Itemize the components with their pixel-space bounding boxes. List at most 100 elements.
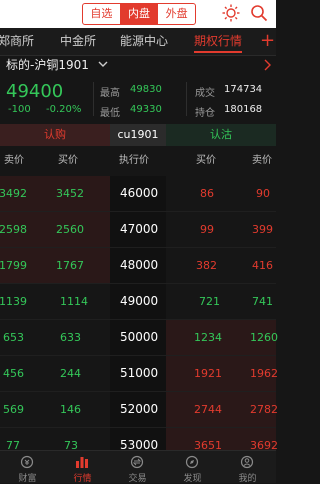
strike-price: 52000 [120,402,159,416]
put-ask: 2782 [250,403,278,416]
underlying-name: 标的-沪铜1901 [6,58,89,72]
nav-discover[interactable]: 发现 [165,451,220,484]
nav-profile[interactable]: 我的 [220,451,275,484]
divider [186,82,187,116]
call-ask: 456 [3,367,24,380]
header-strike: 执行价 [119,155,149,166]
put-ask: 741 [252,295,273,308]
nav-label: 财富 [18,474,37,484]
call-bid: 146 [60,403,81,416]
call-bid: 1114 [60,295,88,308]
put-ask: 416 [252,259,273,272]
option-section-bar: 认购 cu1901 认沽 [0,124,276,146]
strike-price: 50000 [120,330,159,344]
table-row[interactable]: 456 244 51000 1921 1962 [0,356,278,392]
price-change: -100 [8,104,31,115]
last-price: 49400 [6,81,64,102]
put-bid: 99 [200,223,214,236]
trade-icon [130,455,144,469]
call-bid: 2560 [56,223,84,236]
strike-price: 51000 [120,366,159,380]
header-put-bid: 买价 [196,155,216,166]
put-bid: 1234 [194,331,222,344]
nav-label: 我的 [238,474,257,484]
nav-label: 行情 [73,474,92,484]
price-change-pct: -0.20% [46,104,82,115]
put-ask: 90 [256,187,270,200]
strike-price: 48000 [120,258,159,272]
nav-trade[interactable]: 交易 [110,451,165,484]
search-icon[interactable] [250,4,268,22]
option-chain: 3492 3452 46000 86 90 2598 2560 47000 99… [0,176,278,464]
tab-ine[interactable]: 能源中心 [120,28,168,55]
call-ask: 569 [3,403,24,416]
call-bid: 1767 [56,259,84,272]
tab-call[interactable]: 认购 [0,124,110,146]
user-icon [240,455,254,469]
put-bid: 721 [199,295,220,308]
call-ask: 653 [3,331,24,344]
put-bid: 382 [196,259,217,272]
put-bid: 2744 [194,403,222,416]
table-header: 卖价 买价 执行价 买价 卖价 [0,146,276,177]
high-label: 最高 [100,88,120,99]
open-interest-value: 180168 [224,104,263,115]
low-label: 最低 [100,108,120,119]
divider [93,82,94,116]
call-bid: 244 [60,367,81,380]
put-bid: 86 [200,187,214,200]
open-interest-label: 持仓 [195,108,215,119]
compass-icon [185,455,199,469]
nav-label: 交易 [128,474,147,484]
contract-selector[interactable]: cu1901 [110,124,166,146]
tab-zce[interactable]: 郑商所 [0,28,34,55]
sun-settings-icon[interactable] [222,4,240,22]
nav-wealth[interactable]: 财富 [0,451,55,484]
exchange-tabs: 郑商所 中金所 能源中心 期权行情 [0,28,276,56]
header-call-bid: 买价 [58,155,78,166]
strike-price: 46000 [120,186,159,200]
call-bid: 633 [60,331,81,344]
table-row[interactable]: 569 146 52000 2744 2782 [0,392,278,428]
nav-label: 发现 [183,474,202,484]
tab-cffex[interactable]: 中金所 [60,28,96,55]
table-row[interactable]: 1799 1767 48000 382 416 [0,248,276,284]
table-row[interactable]: 653 633 50000 1234 1260 [0,320,278,356]
bottom-nav: 财富 行情 交易 发现 我的 [0,450,276,484]
put-ask: 1260 [250,331,278,344]
call-ask: 3492 [0,187,27,200]
call-ask: 1139 [0,295,27,308]
strike-price: 47000 [120,222,159,236]
nav-market[interactable]: 行情 [55,451,110,484]
wealth-icon [20,455,34,469]
call-bid: 3452 [56,187,84,200]
call-ask: 1799 [0,259,27,272]
chevron-right-icon[interactable] [262,59,272,71]
volume-label: 成交 [195,88,215,99]
symbol-bar[interactable]: 标的-沪铜1901 [0,56,276,74]
volume-value: 174734 [224,84,263,95]
segment-domestic[interactable]: 内盘 [119,4,158,24]
header-put-ask: 卖价 [252,155,272,166]
chevron-down-icon [98,61,108,67]
segment-watchlist[interactable]: 自选 [83,4,120,24]
bar-chart-icon [76,457,88,468]
tab-put[interactable]: 认沽 [166,124,276,146]
put-ask: 1962 [250,367,278,380]
tab-options[interactable]: 期权行情 [194,28,243,55]
add-tab-button[interactable]: + [260,30,275,52]
put-ask: 399 [252,223,273,236]
quote-panel: 49400 -100 -0.20% 最高 49830 最低 49330 成交 1… [0,74,276,125]
put-bid: 1921 [194,367,222,380]
table-row[interactable]: 2598 2560 47000 99 399 [0,212,276,248]
table-row[interactable]: 1139 1114 49000 721 741 [0,284,276,320]
top-bar: 自选 内盘 外盘 [0,0,276,28]
high-value: 49830 [130,84,162,95]
header-call-ask: 卖价 [4,155,24,166]
call-ask: 2598 [0,223,27,236]
table-row[interactable]: 3492 3452 46000 86 90 [0,176,276,212]
market-segment-control: 自选 内盘 外盘 [82,3,196,25]
segment-foreign[interactable]: 外盘 [157,4,195,24]
low-value: 49330 [130,104,162,115]
strike-price: 49000 [120,294,159,308]
